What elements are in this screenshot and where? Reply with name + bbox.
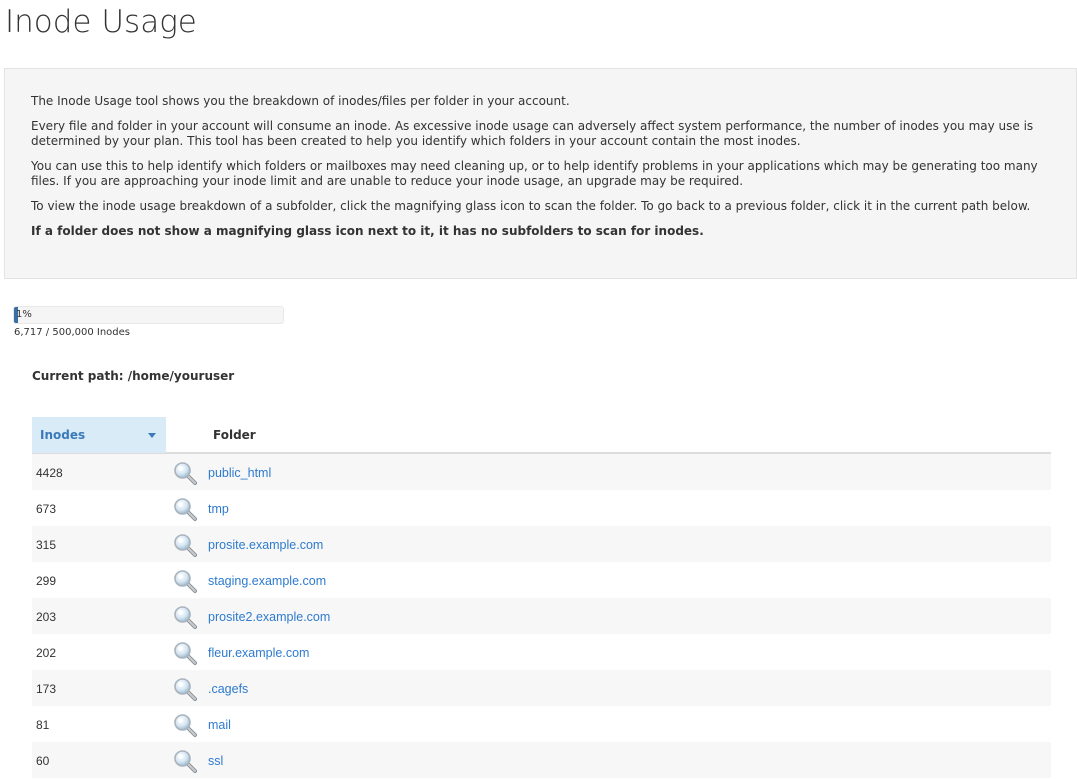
inode-table: Inodes Folder 4428 public_html 673 tmp 315 pr… <box>32 417 1051 778</box>
folder-link[interactable]: prosite2.example.com <box>208 610 330 624</box>
inode-count: 673 <box>36 502 57 516</box>
folder-link[interactable]: mail <box>208 718 231 732</box>
magnifying-glass-icon[interactable] <box>172 532 198 558</box>
table-row: 299 staging.example.com <box>32 562 1051 598</box>
magnifying-glass-icon[interactable] <box>172 640 198 666</box>
inode-count: 173 <box>36 682 57 696</box>
info-text: Every file and folder in your account wi… <box>31 119 1034 148</box>
magnifying-glass-icon[interactable] <box>172 460 198 486</box>
inode-count: 299 <box>36 574 57 588</box>
folder-link[interactable]: tmp <box>208 502 229 516</box>
inode-count: 315 <box>36 538 57 552</box>
current-path-value[interactable]: /home/youruser <box>128 369 234 383</box>
folder-link[interactable]: prosite.example.com <box>208 538 323 552</box>
inode-count: 203 <box>36 610 57 624</box>
inode-usage-count: 6,717 / 500,000 Inodes <box>14 327 131 338</box>
magnifying-glass-icon[interactable] <box>172 496 198 522</box>
page-title: Inode Usage <box>5 4 197 40</box>
magnifying-glass-icon[interactable] <box>172 712 198 738</box>
current-path-label: Current path: <box>32 369 124 383</box>
inodes-column-header[interactable]: Inodes <box>32 417 166 453</box>
info-panel: The Inode Usage tool shows you the break… <box>4 68 1077 279</box>
table-row: 673 tmp <box>32 490 1051 526</box>
inode-count: 202 <box>36 646 57 660</box>
table-row: 203 prosite2.example.com <box>32 598 1051 634</box>
table-body: 4428 public_html 673 tmp 315 prosite.example.… <box>32 454 1051 778</box>
folder-link[interactable]: staging.example.com <box>208 574 326 588</box>
folder-link[interactable]: fleur.example.com <box>208 646 309 660</box>
info-text: The Inode Usage tool shows you the break… <box>31 94 570 108</box>
magnifying-glass-icon[interactable] <box>172 568 198 594</box>
inodes-header-label: Inodes <box>40 428 86 442</box>
magnifying-glass-icon[interactable] <box>172 748 198 774</box>
table-header: Inodes Folder <box>32 417 1051 454</box>
folder-link[interactable]: public_html <box>208 466 271 480</box>
table-row: 4428 public_html <box>32 454 1051 490</box>
table-row: 315 prosite.example.com <box>32 526 1051 562</box>
inode-count: 81 <box>36 718 50 732</box>
caret-down-icon <box>148 433 156 438</box>
inode-count: 4428 <box>36 466 63 480</box>
inode-usage-bar: 1% <box>13 306 284 324</box>
inode-usage-percent: 1% <box>16 309 32 320</box>
info-text: You can use this to help identify which … <box>31 159 1038 188</box>
table-row: 202 fleur.example.com <box>32 634 1051 670</box>
info-text: To view the inode usage breakdown of a s… <box>31 199 1031 213</box>
magnifying-glass-icon[interactable] <box>172 676 198 702</box>
magnifying-glass-icon[interactable] <box>172 604 198 630</box>
folder-column-header: Folder <box>213 428 256 442</box>
folder-link[interactable]: ssl <box>208 754 223 768</box>
folder-link[interactable]: .cagefs <box>208 682 248 696</box>
table-row: 81 mail <box>32 706 1051 742</box>
table-row: 173 .cagefs <box>32 670 1051 706</box>
info-warning: If a folder does not show a magnifying g… <box>31 224 704 238</box>
current-path: Current path: /home/youruser <box>32 369 234 383</box>
inode-count: 60 <box>36 754 50 768</box>
